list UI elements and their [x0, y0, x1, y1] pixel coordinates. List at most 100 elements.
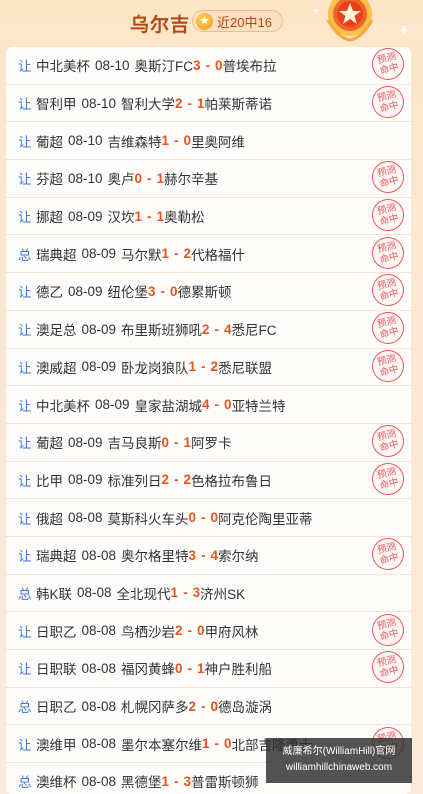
table-row[interactable]: 总日职乙 08-08 札幌冈萨多 2-0 德岛漩涡: [6, 688, 411, 726]
market-type: 让: [18, 624, 32, 640]
watermark: 威廉希尔(WilliamHill)官网 williamhillchinaweb.…: [266, 738, 412, 783]
home-score: 2: [175, 95, 183, 111]
away-team: 济州SK: [200, 586, 246, 602]
away-score: 0: [224, 397, 232, 413]
home-score: 0: [134, 170, 143, 186]
home-team: 札幌冈萨多: [121, 700, 189, 716]
away-team: 悉尼联盟: [218, 360, 273, 376]
table-row[interactable]: 让中北美杯 08-10 奥斯汀FC 3-0 普埃布拉 预测 命中: [6, 47, 411, 85]
match-date: 08-10: [95, 57, 130, 73]
away-score: 1: [156, 208, 165, 224]
league-name: 葡超: [36, 134, 63, 150]
home-score: 0: [161, 434, 170, 450]
hit-stamp: 预测命中: [368, 271, 408, 310]
watermark-line2: williamhillchinaweb.com: [285, 762, 393, 773]
score-separator: -: [160, 283, 166, 299]
away-team: 赫尔辛基: [164, 172, 219, 188]
table-row[interactable]: 让俄超 08-08 莫斯科火车头 0-0 阿克伦陶里亚蒂: [6, 499, 411, 537]
table-row[interactable]: 让葡超 08-09 吉马良斯 0-1 阿罗卡 预测 命中: [6, 421, 411, 462]
away-score: 0: [210, 510, 219, 526]
away-score: 3: [192, 585, 201, 601]
home-team: 奥卢: [107, 172, 135, 188]
home-team: 皇家盐湖城: [134, 398, 203, 414]
league-name: 中北美杯: [36, 59, 90, 75]
home-score: 1: [202, 736, 210, 752]
table-row[interactable]: 总瑞典超 08-09 马尔默 1-2 代格福什 预测 命中: [6, 233, 411, 274]
home-team: 卧龙岗狼队: [121, 360, 189, 376]
score-separator: -: [174, 472, 179, 488]
away-score: 1: [197, 95, 205, 111]
match-date: 08-09: [81, 321, 117, 337]
score-separator: -: [214, 397, 220, 413]
table-row[interactable]: 让葡超 08-10 吉维森特 1-0 里奥阿维: [6, 122, 411, 161]
league-name: 日职联: [36, 662, 77, 678]
away-team: 帕莱斯蒂诺: [204, 97, 273, 113]
score-separator: -: [187, 623, 193, 639]
table-row[interactable]: 让智利甲 08-10 智利大学 2-1 帕莱斯蒂诺 预测 命中: [6, 82, 411, 123]
home-team: 标准列日: [107, 473, 162, 489]
match-date: 08-09: [95, 397, 130, 413]
table-row[interactable]: 总韩K联 08-08 全北现代 1-3 济州SK: [6, 575, 411, 613]
away-score: 0: [197, 623, 205, 639]
market-type: 让: [18, 285, 32, 301]
table-row[interactable]: 让澳威超 08-09 卧龙岗狼队 1-2 悉尼联盟 预测 命中: [6, 346, 411, 387]
market-type: 总: [18, 247, 32, 263]
table-row[interactable]: 让瑞典超 08-08 奥尔格里特 3-4 索尔纳 预测 命中: [6, 534, 411, 575]
home-team: 全北现代: [116, 586, 171, 602]
match-date: 08-08: [81, 660, 117, 676]
league-name: 韩K联: [36, 586, 73, 602]
score-separator: -: [214, 736, 220, 752]
market-type: 让: [18, 549, 32, 565]
table-row[interactable]: 让挪超 08-09 汉坎 1-1 奥勒松 预测 命中: [6, 195, 411, 236]
away-team: 德累斯顿: [177, 285, 232, 301]
record-badge: ★ 近20中16: [192, 10, 283, 32]
prediction-list: 让中北美杯 08-10 奥斯汀FC 3-0 普埃布拉 预测 命中让智利甲 08-10 智利大学 2…: [6, 47, 411, 794]
score-separator: -: [147, 170, 152, 186]
table-row[interactable]: 让日职乙 08-08 鸟栖沙岩 2-0 甲府风林 预测 命中: [6, 610, 411, 650]
away-team: 索尔纳: [218, 549, 259, 565]
header: 乌尔吉 ★ 近20中16 ✦ ✦: [0, 0, 423, 44]
match-date: 08-09: [81, 359, 117, 375]
league-name: 比甲: [36, 473, 63, 489]
hit-stamp: 预测命中: [368, 82, 408, 122]
score-separator: -: [174, 246, 179, 262]
league-name: 日职乙: [36, 624, 77, 640]
league-name: 智利甲: [36, 97, 77, 113]
away-team: 普埃布拉: [222, 59, 277, 75]
record-badge-label: 近20中16: [217, 14, 272, 30]
market-type: 让: [18, 737, 32, 753]
home-team: 福冈黄蜂: [121, 662, 176, 678]
table-row[interactable]: 让德乙 08-09 纽伦堡 3-0 德累斯顿 预测 命中: [6, 271, 411, 311]
table-row[interactable]: 让中北美杯 08-09 皇家盐湖城 4-0 亚特兰特: [6, 386, 411, 424]
home-score: 4: [202, 397, 210, 413]
table-row[interactable]: 让比甲 08-09 标准列日 2-2 色格拉布鲁日 预测 命中: [6, 459, 411, 500]
market-type: 让: [18, 473, 32, 489]
home-score: 1: [161, 133, 170, 149]
away-score: 0: [215, 57, 223, 73]
league-name: 澳威超: [36, 360, 77, 376]
hit-stamp: 预测命中: [368, 308, 408, 348]
away-team: 普雷斯顿狮: [191, 775, 259, 791]
table-row[interactable]: 让芬超 08-10 奥卢 0-1 赫尔辛基 预测 命中: [6, 158, 411, 198]
table-row[interactable]: 让澳足总 08-09 布里斯班狮吼 2-4 悉尼FC 预测 命中: [6, 308, 411, 349]
table-row[interactable]: 让日职联 08-08 福冈黄蜂 0-1 神户胜利船 预测 命中: [6, 647, 411, 688]
league-name: 德乙: [36, 285, 63, 301]
away-score: 2: [210, 359, 219, 375]
home-team: 墨尔本塞尔维: [121, 737, 203, 753]
home-score: 0: [188, 510, 197, 526]
score-separator: -: [183, 585, 188, 601]
market-type: 让: [18, 210, 32, 226]
match-date: 08-08: [81, 547, 117, 563]
home-score: 1: [170, 585, 179, 601]
home-score: 3: [148, 283, 156, 299]
away-team: 神户胜利船: [204, 662, 273, 678]
away-team: 阿克伦陶里亚蒂: [218, 511, 313, 527]
score-separator: -: [187, 95, 193, 111]
market-type: 让: [18, 97, 32, 113]
home-score: 3: [193, 57, 201, 73]
market-type: 让: [18, 134, 32, 150]
away-team: 亚特兰特: [231, 398, 286, 414]
away-team: 里奥阿维: [191, 134, 246, 150]
home-team: 布里斯班狮吼: [121, 323, 203, 339]
away-team: 代格福什: [191, 247, 246, 263]
